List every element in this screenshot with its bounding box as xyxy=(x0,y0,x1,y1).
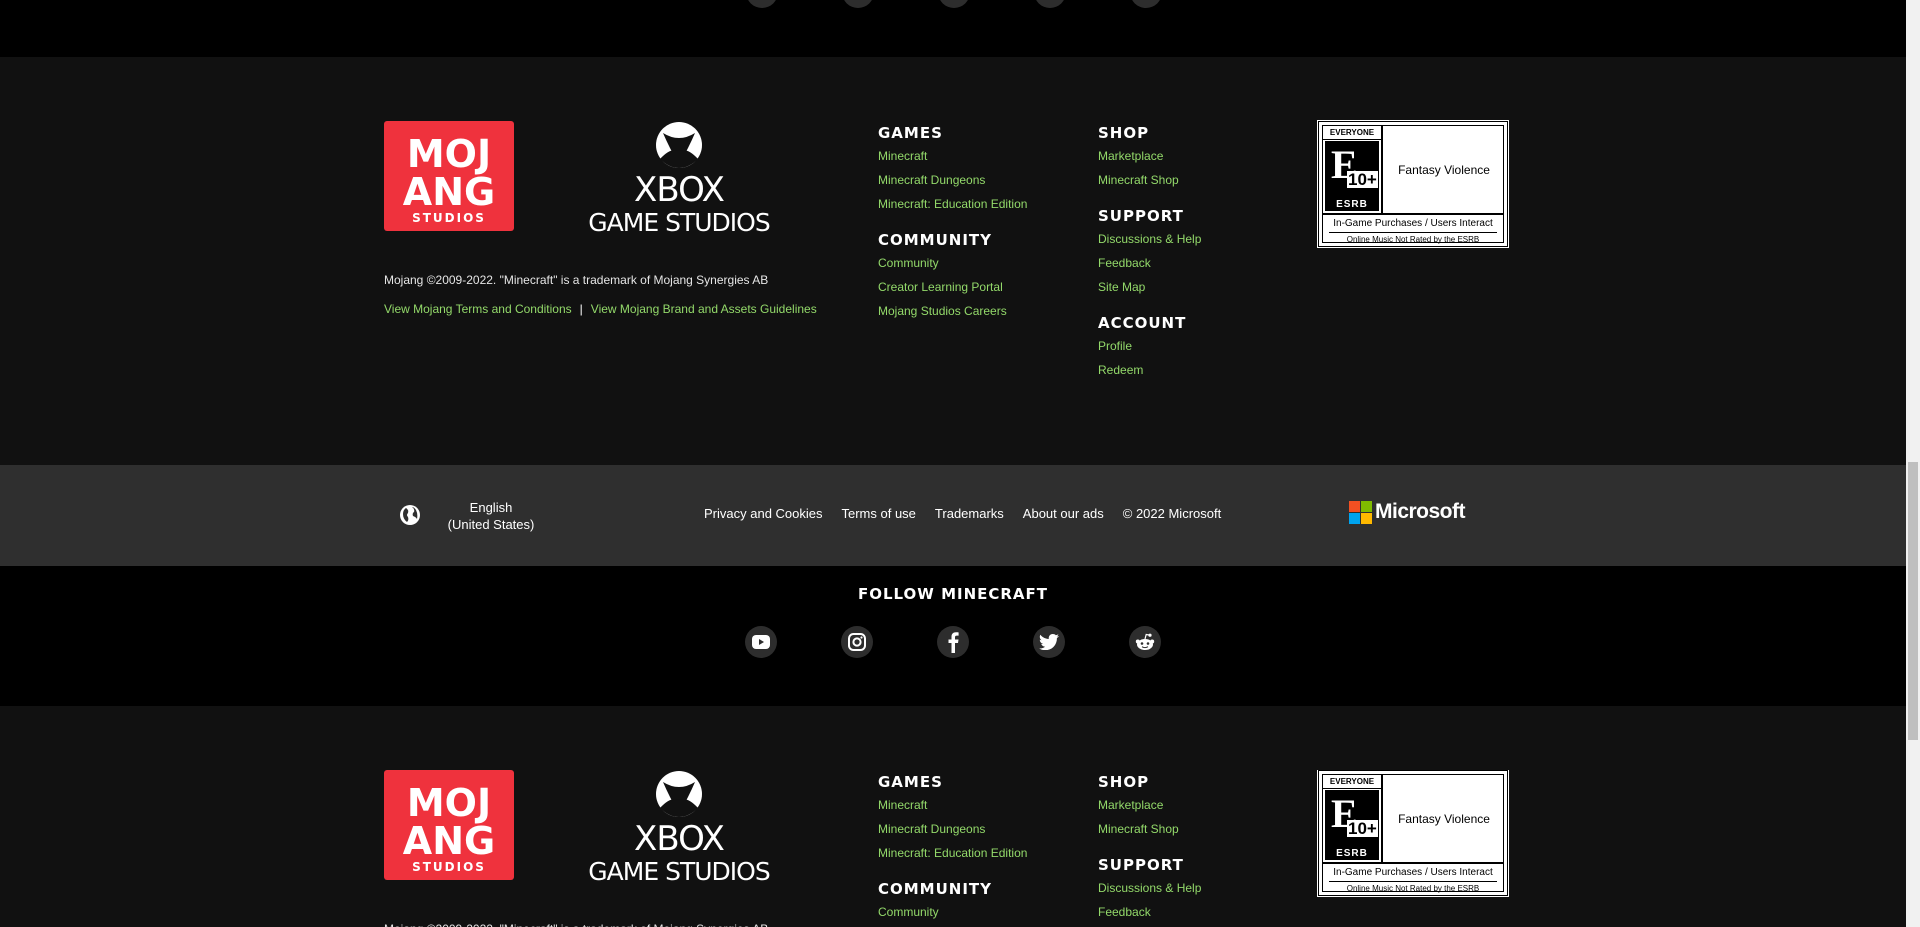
community-heading: COMMUNITY xyxy=(878,880,993,898)
link-careers[interactable]: Mojang Studios Careers xyxy=(878,303,1027,319)
reddit-icon[interactable] xyxy=(1130,0,1162,8)
microsoft-copyright: © 2022 Microsoft xyxy=(1122,506,1222,521)
mojang-studios-logo[interactable]: MOJ ANG STUDIOS xyxy=(384,770,514,880)
esrb-descriptor: Fantasy Violence xyxy=(1398,162,1490,177)
svg-text:GAME STUDIOS: GAME STUDIOS xyxy=(588,208,770,233)
esrb-music-note: Online Music Not Rated by the ESRB xyxy=(1346,235,1480,244)
link-discussions-help[interactable]: Discussions & Help xyxy=(1098,880,1201,896)
link-minecraft[interactable]: Minecraft xyxy=(878,148,1027,164)
youtube-icon[interactable] xyxy=(746,0,778,8)
copyright-text: Mojang ©2009-2022. "Minecraft" is a trad… xyxy=(384,922,768,927)
separator: | xyxy=(579,302,583,316)
link-feedback[interactable]: Feedback xyxy=(1098,255,1201,271)
link-discussions-help[interactable]: Discussions & Help xyxy=(1098,231,1201,247)
esrb-everyone-label: EVERYONE 10+ xyxy=(1323,775,1381,799)
mojang-logo-line2: ANG xyxy=(403,170,495,214)
instagram-icon[interactable] xyxy=(842,0,874,8)
reddit-icon[interactable] xyxy=(1129,626,1161,658)
nav-column-shop: SHOP Marketplace Minecraft Shop SUPPORT … xyxy=(1098,124,1201,397)
link-minecraft-dungeons[interactable]: Minecraft Dungeons xyxy=(878,821,1027,837)
mojang-studios-logo[interactable]: MOJ ANG STUDIOS xyxy=(384,121,514,231)
esrb-interactive-elements: In-Game Purchases / Users Interact xyxy=(1333,867,1493,878)
youtube-icon[interactable] xyxy=(745,626,777,658)
games-heading: GAMES xyxy=(878,124,943,142)
esrb-e-icon: E 10+ ESRB xyxy=(1325,790,1379,860)
link-profile[interactable]: Profile xyxy=(1098,338,1201,354)
page-scrollbar[interactable] xyxy=(1906,0,1920,927)
trademarks-link[interactable]: Trademarks xyxy=(935,506,1004,521)
microsoft-legal-links: Privacy and Cookies Terms of use Trademark… xyxy=(704,506,1240,521)
support-heading: SUPPORT xyxy=(1098,207,1184,225)
globe-icon[interactable] xyxy=(399,504,421,526)
link-site-map[interactable]: Site Map xyxy=(1098,279,1201,295)
brand-guidelines-link[interactable]: View Mojang Brand and Assets Guidelines xyxy=(591,302,817,316)
games-heading: GAMES xyxy=(878,773,943,791)
esrb-e-icon: E 10+ ESRB xyxy=(1325,141,1379,211)
link-marketplace[interactable]: Marketplace xyxy=(1098,797,1201,813)
twitter-icon[interactable] xyxy=(1033,626,1065,658)
terms-link[interactable]: View Mojang Terms and Conditions xyxy=(384,302,572,316)
svg-text:XBOX: XBOX xyxy=(634,819,725,859)
support-heading: SUPPORT xyxy=(1098,856,1184,874)
nav-column-shop: SHOP Marketplace Minecraft Shop SUPPORT … xyxy=(1098,773,1201,927)
link-community[interactable]: Community xyxy=(878,904,1027,920)
instagram-icon[interactable] xyxy=(841,626,873,658)
link-minecraft[interactable]: Minecraft xyxy=(878,797,1027,813)
esrb-music-note: Online Music Not Rated by the ESRB xyxy=(1346,884,1480,893)
follow-title: FOLLOW MINECRAFT xyxy=(857,585,1049,603)
mojang-logo-line3: STUDIOS xyxy=(412,211,486,225)
follow-section: FOLLOW MINECRAFT xyxy=(0,566,1906,706)
community-heading: COMMUNITY xyxy=(878,231,993,249)
nav-column-games: GAMES Minecraft Minecraft Dungeons Minec… xyxy=(878,124,1027,338)
language-selector[interactable]: English (United States) xyxy=(447,499,535,533)
twitter-icon[interactable] xyxy=(1034,0,1066,8)
link-feedback[interactable]: Feedback xyxy=(1098,904,1201,920)
link-creator-learning-portal[interactable]: Creator Learning Portal xyxy=(878,279,1027,295)
svg-text:GAME STUDIOS: GAME STUDIOS xyxy=(588,857,770,882)
site-footer: MOJ ANG STUDIOS XBOX GAME STUDIOS Mojang… xyxy=(0,121,1906,465)
xbox-game-studios-logo[interactable]: XBOX GAME STUDIOS xyxy=(577,770,782,886)
shop-heading: SHOP xyxy=(1098,773,1150,791)
esrb-interactive-elements: In-Game Purchases / Users Interact xyxy=(1333,218,1493,229)
link-marketplace[interactable]: Marketplace xyxy=(1098,148,1201,164)
microsoft-logo[interactable]: Microsoft xyxy=(1349,499,1466,525)
link-minecraft-shop[interactable]: Minecraft Shop xyxy=(1098,172,1201,188)
link-education-edition[interactable]: Minecraft: Education Edition xyxy=(878,845,1027,861)
microsoft-footer-bar: English (United States) Privacy and Cook… xyxy=(0,465,1906,566)
link-minecraft-shop[interactable]: Minecraft Shop xyxy=(1098,821,1201,837)
terms-of-use-link[interactable]: Terms of use xyxy=(842,506,916,521)
site-footer-repeat: MOJ ANG STUDIOS XBOX GAME STUDIOS Mojang… xyxy=(0,770,1906,927)
account-heading: ACCOUNT xyxy=(1098,314,1187,332)
xbox-game-studios-logo[interactable]: XBOX GAME STUDIOS xyxy=(577,121,782,237)
svg-text:ANG: ANG xyxy=(403,819,495,863)
facebook-icon[interactable] xyxy=(937,626,969,658)
link-community[interactable]: Community xyxy=(878,255,1027,271)
legal-links: View Mojang Terms and Conditions | View Mo… xyxy=(384,302,817,316)
follow-section-partial xyxy=(0,0,1906,57)
esrb-rating-badge[interactable]: EVERYONE 10+ E 10+ ESRB Fantasy Violence… xyxy=(1318,121,1508,247)
svg-text:STUDIOS: STUDIOS xyxy=(412,860,486,874)
shop-heading: SHOP xyxy=(1098,124,1150,142)
about-ads-link[interactable]: About our ads xyxy=(1023,506,1104,521)
privacy-cookies-link[interactable]: Privacy and Cookies xyxy=(704,506,823,521)
esrb-rating-badge[interactable]: EVERYONE 10+ E 10+ ESRB Fantasy Violence… xyxy=(1318,770,1508,896)
esrb-descriptor: Fantasy Violence xyxy=(1398,811,1490,826)
facebook-icon[interactable] xyxy=(938,0,970,8)
link-education-edition[interactable]: Minecraft: Education Edition xyxy=(878,196,1027,212)
nav-column-games: GAMES Minecraft Minecraft Dungeons Minec… xyxy=(878,773,1027,927)
copyright-text: Mojang ©2009-2022. "Minecraft" is a trad… xyxy=(384,273,769,287)
svg-text:XBOX: XBOX xyxy=(634,170,725,210)
esrb-everyone-label: EVERYONE 10+ xyxy=(1323,126,1381,150)
link-redeem[interactable]: Redeem xyxy=(1098,362,1201,378)
link-minecraft-dungeons[interactable]: Minecraft Dungeons xyxy=(878,172,1027,188)
scrollbar-thumb[interactable] xyxy=(1908,462,1918,740)
microsoft-squares-icon xyxy=(1349,500,1372,524)
